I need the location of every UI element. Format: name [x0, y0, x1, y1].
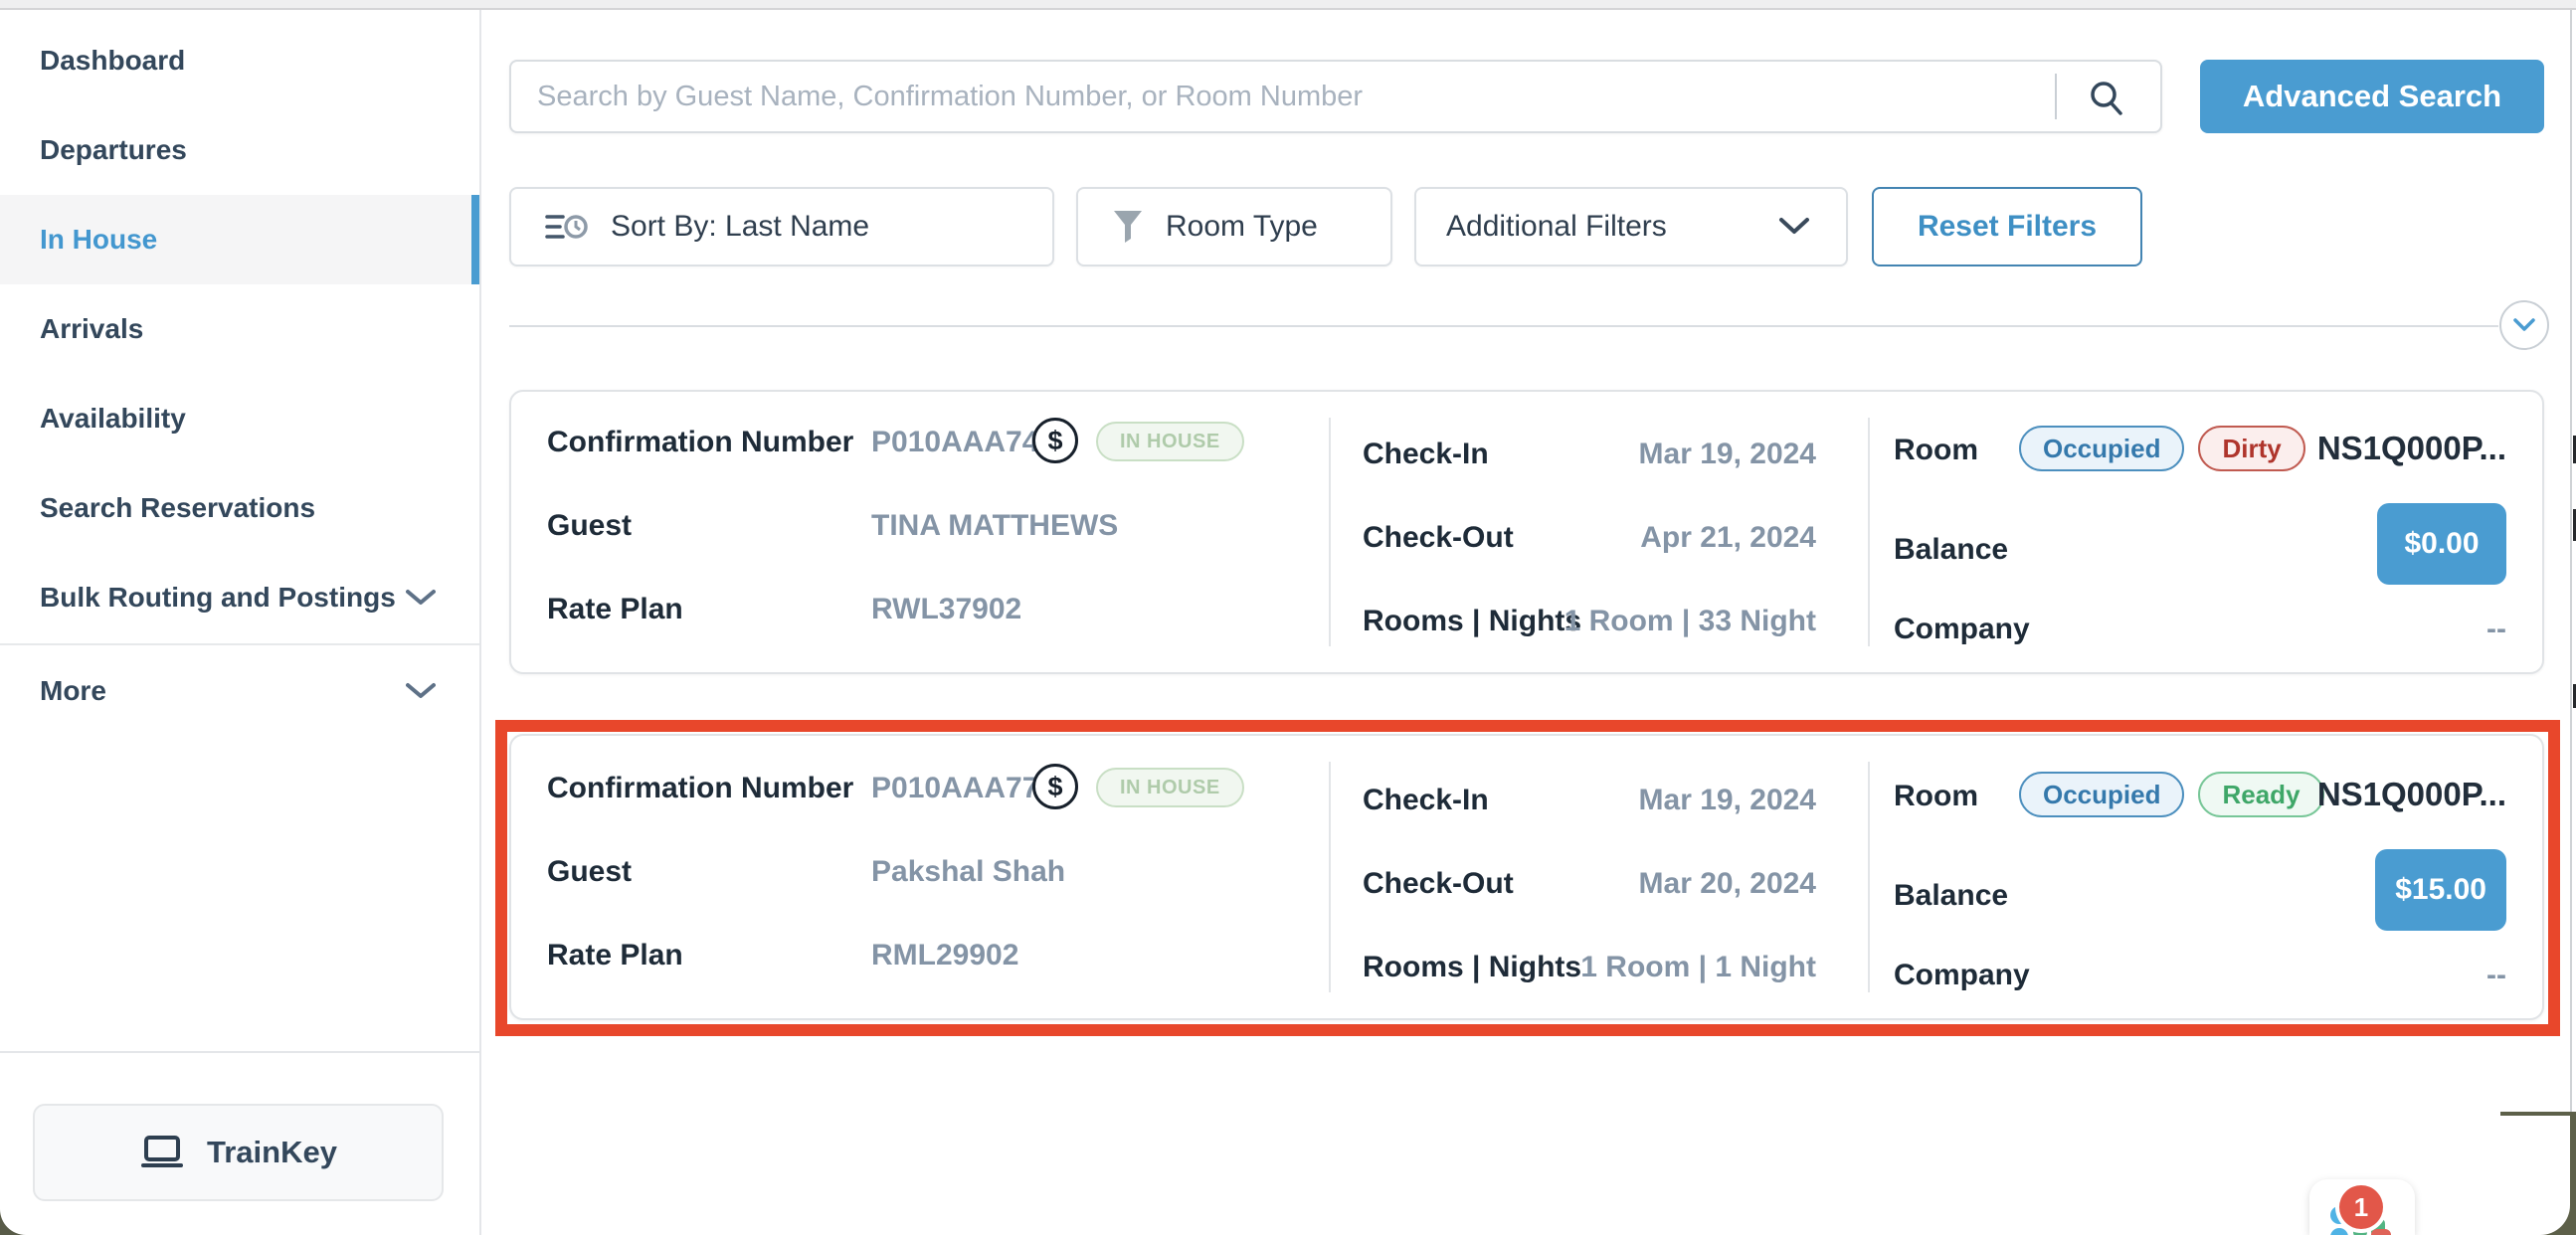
- sidebar-item-label: Dashboard: [40, 45, 185, 77]
- status-badge: IN HOUSE: [1096, 422, 1244, 461]
- check-out-value: Mar 20, 2024: [1466, 867, 1816, 901]
- guest-label: Guest: [547, 855, 632, 889]
- folio-dollar-icon[interactable]: $: [1032, 418, 1078, 463]
- room-number-value: NS1Q000P...: [2317, 430, 2506, 467]
- sidebar-item-label: More: [40, 675, 106, 707]
- room-label: Room: [1894, 434, 1978, 467]
- sort-icon: [545, 210, 589, 244]
- guest-value: TINA MATTHEWS: [871, 509, 1118, 543]
- notification-badge: 1: [2339, 1185, 2383, 1229]
- sidebar-divider: [0, 643, 479, 645]
- search-divider: [2055, 74, 2057, 119]
- sidebar-item-label: In House: [40, 224, 157, 256]
- card-divider: [1868, 418, 1870, 646]
- sidebar-item-label: Departures: [40, 134, 187, 166]
- reservation-card[interactable]: Confirmation Number P010AAA741 $ IN HOUS…: [509, 390, 2544, 674]
- occupancy-badge: Occupied: [2019, 426, 2184, 471]
- window-corner: [2500, 1116, 2570, 1235]
- right-edge-border: [2570, 10, 2572, 1235]
- company-label: Company: [1894, 959, 2030, 992]
- search-input[interactable]: [537, 66, 2069, 127]
- trainkey-button[interactable]: TrainKey: [33, 1104, 444, 1201]
- confirmation-number-value: P010AAA774: [871, 772, 1055, 805]
- rooms-nights-value: 1 Room | 33 Night: [1466, 605, 1816, 638]
- search-bar: [509, 60, 2162, 133]
- confirmation-number-label: Confirmation Number: [547, 772, 853, 805]
- rooms-nights-value: 1 Room | 1 Night: [1466, 951, 1816, 984]
- check-in-value: Mar 19, 2024: [1466, 438, 1816, 471]
- rate-plan-value: RML29902: [871, 939, 1018, 972]
- chevron-down-icon: [1778, 217, 1810, 237]
- sidebar-item-dashboard[interactable]: Dashboard: [0, 16, 479, 105]
- card-divider: [1868, 762, 1870, 992]
- chevron-down-icon: [2513, 318, 2535, 332]
- sidebar-footer: TrainKey: [0, 1051, 479, 1235]
- room-number-value: NS1Q000P...: [2317, 776, 2506, 813]
- sidebar-item-bulk-routing[interactable]: Bulk Routing and Postings: [0, 553, 479, 642]
- balance-button[interactable]: $15.00: [2375, 849, 2506, 931]
- room-type-filter-button[interactable]: Room Type: [1076, 187, 1392, 266]
- sidebar-item-departures[interactable]: Departures: [0, 105, 479, 195]
- sidebar-item-label: Bulk Routing and Postings: [40, 582, 396, 614]
- search-icon[interactable]: [2087, 79, 2126, 123]
- additional-filters-dropdown[interactable]: Additional Filters: [1414, 187, 1848, 266]
- sort-by-button[interactable]: Sort By: Last Name: [509, 187, 1054, 266]
- occupancy-badge: Occupied: [2019, 772, 2184, 817]
- highlight-annotation: Confirmation Number P010AAA774 $ IN HOUS…: [495, 720, 2560, 1036]
- reservation-card[interactable]: Confirmation Number P010AAA774 $ IN HOUS…: [509, 734, 2544, 1020]
- sidebar-item-search-reservations[interactable]: Search Reservations: [0, 463, 479, 553]
- housekeeping-badge: Ready: [2198, 772, 2323, 817]
- status-badge: IN HOUSE: [1096, 768, 1244, 807]
- balance-label: Balance: [1894, 879, 2008, 913]
- balance-button[interactable]: $0.00: [2377, 503, 2506, 585]
- sidebar-item-in-house[interactable]: In House: [0, 195, 479, 284]
- guest-label: Guest: [547, 509, 632, 543]
- company-label: Company: [1894, 613, 2030, 646]
- section-divider: [509, 325, 2498, 327]
- rate-plan-value: RWL37902: [871, 593, 1021, 626]
- sidebar-item-label: Availability: [40, 403, 186, 435]
- rate-plan-label: Rate Plan: [547, 593, 683, 626]
- trainkey-label: TrainKey: [207, 1135, 337, 1170]
- window-top-strip: [0, 0, 2576, 10]
- sidebar-item-arrivals[interactable]: Arrivals: [0, 284, 479, 374]
- laptop-icon: [139, 1135, 185, 1170]
- check-out-value: Apr 21, 2024: [1466, 521, 1816, 555]
- card-divider: [1329, 418, 1331, 646]
- advanced-search-button[interactable]: Advanced Search: [2200, 60, 2544, 133]
- additional-filters-label: Additional Filters: [1446, 210, 1667, 244]
- sidebar: Dashboard Departures In House Arrivals A…: [0, 10, 481, 1235]
- sidebar-item-label: Arrivals: [40, 313, 143, 345]
- confirmation-number-value: P010AAA741: [871, 426, 1055, 459]
- chevron-down-icon: [406, 675, 436, 707]
- guest-value: Pakshal Shah: [871, 855, 1065, 889]
- collapse-toggle[interactable]: [2499, 300, 2549, 350]
- funnel-icon: [1112, 209, 1144, 245]
- reset-filters-button[interactable]: Reset Filters: [1872, 187, 2142, 266]
- check-in-value: Mar 19, 2024: [1466, 784, 1816, 817]
- company-value: --: [2486, 613, 2506, 646]
- rate-plan-label: Rate Plan: [547, 939, 683, 972]
- sidebar-item-label: Search Reservations: [40, 492, 315, 524]
- confirmation-number-label: Confirmation Number: [547, 426, 853, 459]
- room-label: Room: [1894, 780, 1978, 813]
- sidebar-item-more[interactable]: More: [0, 646, 479, 736]
- sort-by-label: Sort By: Last Name: [611, 210, 869, 244]
- company-value: --: [2486, 959, 2506, 992]
- housekeeping-badge: Dirty: [2198, 426, 2304, 471]
- sidebar-item-availability[interactable]: Availability: [0, 374, 479, 463]
- room-type-label: Room Type: [1166, 210, 1318, 244]
- card-divider: [1329, 762, 1331, 992]
- folio-dollar-icon[interactable]: $: [1032, 764, 1078, 809]
- balance-label: Balance: [1894, 533, 2008, 567]
- chevron-down-icon: [406, 582, 436, 614]
